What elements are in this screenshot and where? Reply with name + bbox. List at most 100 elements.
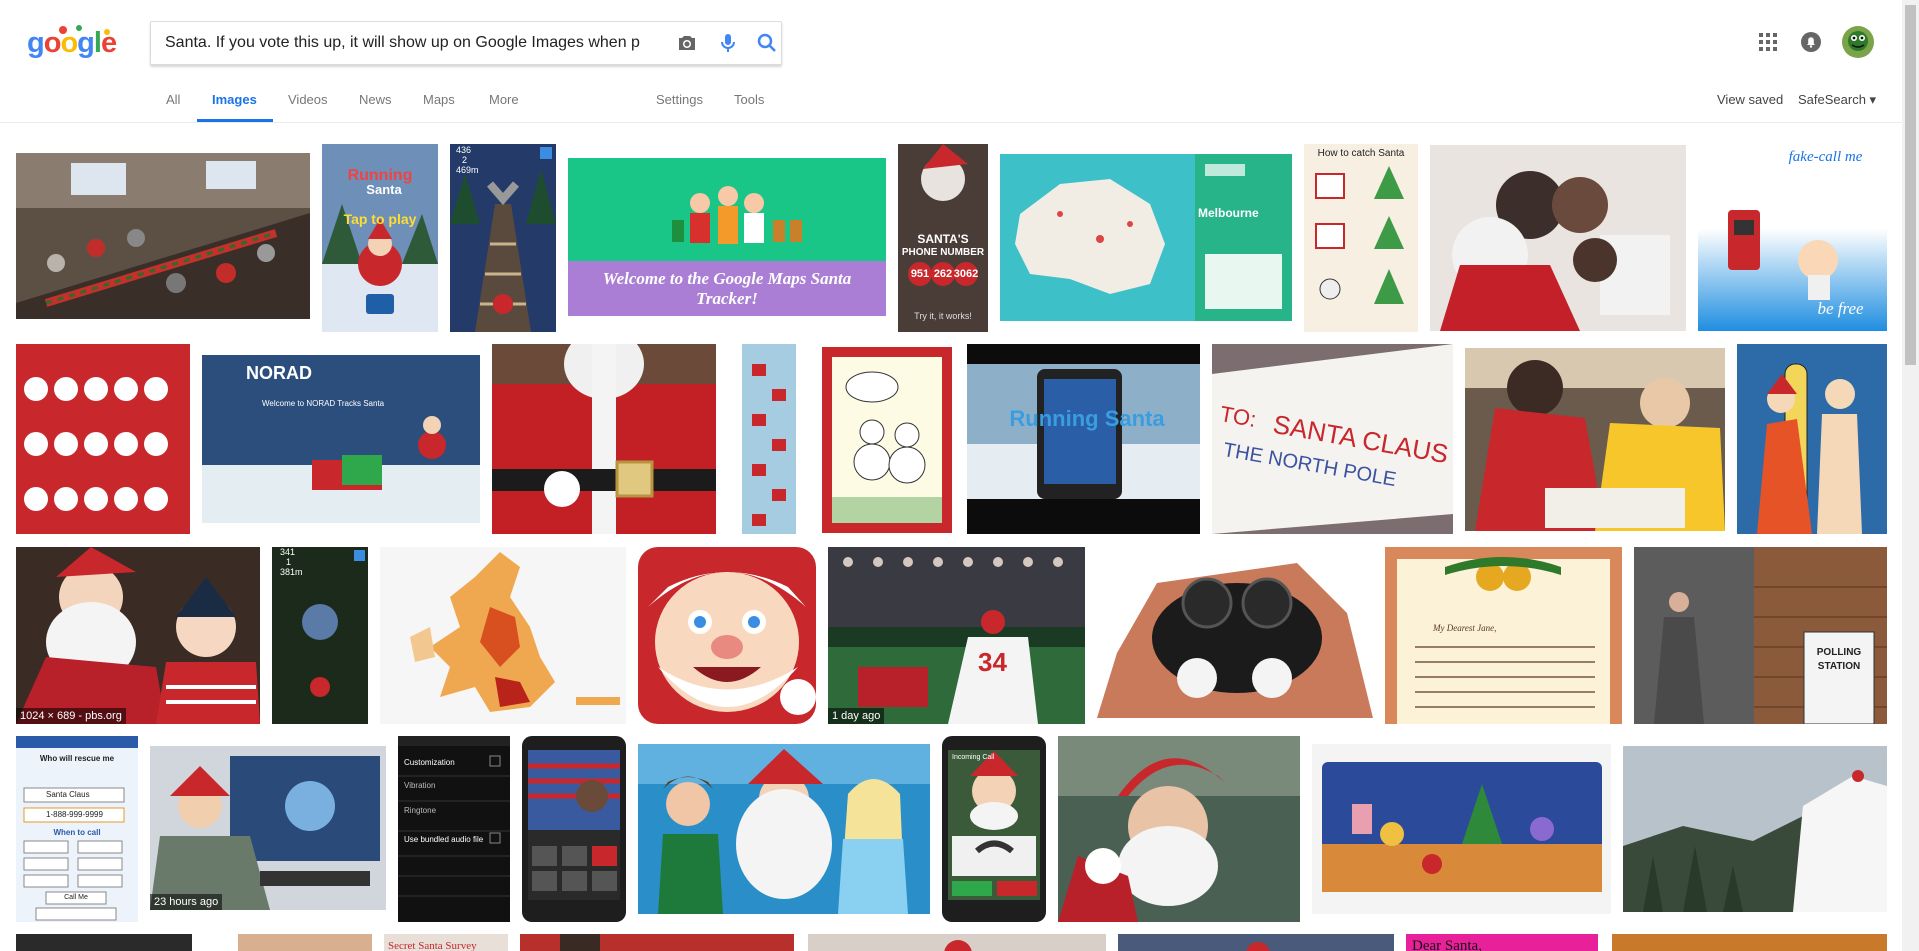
caption-line: fake-call me <box>1788 149 1863 165</box>
safesearch-dropdown[interactable]: SafeSearch ▾ <box>1798 92 1876 108</box>
scrollbar-thumb[interactable] <box>1905 5 1916 365</box>
settings-row-label: Ringtone <box>404 806 437 815</box>
image-result[interactable] <box>1097 553 1373 718</box>
header: google All Images Videos News M <box>0 0 1919 123</box>
search-icon[interactable] <box>755 31 779 55</box>
caption-line: SANTA'S <box>917 232 969 246</box>
image-result[interactable] <box>1312 744 1611 914</box>
app-title-text: Who will rescue me <box>39 754 115 763</box>
search-tabs: All Images Videos News Maps More Setting… <box>0 84 1919 124</box>
apps-grid-icon[interactable] <box>1756 30 1780 54</box>
brand-text: NORAD <box>246 363 312 383</box>
tab-more[interactable]: More <box>489 92 519 107</box>
image-result[interactable] <box>742 344 796 534</box>
incoming-call-label: Incoming Call <box>952 754 995 761</box>
caption-line: PHONE NUMBER <box>901 247 985 258</box>
tools-link[interactable]: Tools <box>734 92 764 107</box>
game-stars-text: 2 <box>462 155 468 165</box>
map-city-label: Melbourne <box>1198 206 1259 220</box>
caption-title: How to catch Santa <box>1317 148 1405 159</box>
image-result[interactable] <box>1465 348 1725 531</box>
settings-row-label: Customization <box>404 758 455 767</box>
image-result[interactable]: TO: SANTA CLAUS THE NORTH POLE <box>1212 344 1453 534</box>
image-result[interactable] <box>16 344 190 534</box>
image-result[interactable] <box>16 153 310 319</box>
sign-text: STATION <box>1817 661 1861 672</box>
image-result[interactable] <box>238 934 372 951</box>
avatar[interactable] <box>1842 26 1874 58</box>
image-result[interactable]: Running Santa <box>967 344 1200 534</box>
image-result[interactable]: SANTA'S PHONE NUMBER 951 262 3062 Try it… <box>898 144 988 332</box>
tab-images[interactable]: Images <box>212 92 257 107</box>
image-result[interactable]: 341 1 381m <box>272 547 368 724</box>
sign-text: POLLING <box>1816 647 1862 658</box>
game-stars-text: 1 <box>286 557 292 567</box>
image-result[interactable]: Melbourne <box>1000 154 1292 321</box>
image-result[interactable]: POLLING STATION <box>1634 547 1887 724</box>
search-input[interactable] <box>165 22 655 64</box>
caller-name-text: Santa Claus <box>46 790 90 799</box>
image-results-grid: Running Santa Tap to play 436 2 469m Welco… <box>0 124 1902 951</box>
image-result[interactable]: 1024 × 689 - pbs.org <box>16 547 260 724</box>
caption-line: Dear Santa, <box>1412 938 1482 951</box>
settings-row-label: Use bundled audio file <box>404 835 484 844</box>
image-result[interactable] <box>1118 934 1394 951</box>
svg-text:google: google <box>27 27 117 59</box>
caption-line: be free <box>1817 299 1864 318</box>
settings-row-label: Vibration <box>404 781 436 790</box>
game-title-text: Running Santa <box>1009 406 1165 431</box>
camera-icon[interactable] <box>675 31 699 55</box>
page-scrollbar[interactable] <box>1902 0 1919 951</box>
image-result[interactable]: Running Santa Tap to play <box>322 144 438 332</box>
image-result[interactable] <box>520 934 794 951</box>
image-result[interactable] <box>1623 746 1887 912</box>
image-result[interactable] <box>638 547 816 724</box>
image-result[interactable] <box>522 736 626 922</box>
view-saved-link[interactable]: View saved <box>1717 92 1783 107</box>
image-result[interactable]: Dear Santa, <box>1406 934 1598 951</box>
google-logo[interactable]: google <box>27 22 122 64</box>
image-result[interactable] <box>380 547 626 724</box>
image-result[interactable]: Who will rescue me Santa Claus 1-888-999… <box>16 736 138 922</box>
image-result[interactable]: Incoming Call <box>942 736 1046 922</box>
tab-news[interactable]: News <box>359 92 392 107</box>
image-result[interactable]: Welcome to the Google Maps Santa Tracker… <box>568 158 886 316</box>
game-distance-text: 381m <box>280 567 303 577</box>
image-result[interactable] <box>822 347 952 533</box>
tab-videos[interactable]: Videos <box>288 92 328 107</box>
caller-number-text: 1-888-999-9999 <box>46 810 103 819</box>
image-result[interactable]: 23 hours ago <box>150 746 386 910</box>
game-score-text: 436 <box>456 145 472 155</box>
image-result[interactable]: fake-call me be free <box>1698 145 1887 331</box>
image-result[interactable] <box>808 934 1106 951</box>
image-result[interactable] <box>492 344 716 534</box>
jersey-number: 34 <box>978 647 1007 677</box>
image-result[interactable] <box>16 934 192 951</box>
tab-all[interactable]: All <box>166 92 180 107</box>
section-label: When to call <box>53 828 101 837</box>
caption-line: Secret Santa Survey <box>388 940 477 951</box>
image-result[interactable]: Secret Santa Survey <box>384 934 508 951</box>
svg-text:Santa: Santa <box>366 182 402 197</box>
image-meta-label: 1024 × 689 - pbs.org <box>16 708 126 724</box>
image-result[interactable]: Customization Vibration Ringtone Use bun… <box>398 736 510 922</box>
image-result[interactable]: 34 1 day ago <box>828 547 1085 724</box>
settings-link[interactable]: Settings <box>656 92 703 107</box>
image-result[interactable] <box>1612 934 1887 951</box>
image-result[interactable]: 436 2 469m <box>450 144 556 332</box>
microphone-icon[interactable] <box>716 31 740 55</box>
svg-text:Tap to play: Tap to play <box>344 211 417 227</box>
call-me-button: Call Me <box>64 894 88 901</box>
image-result[interactable]: NORAD Welcome to NORAD Tracks Santa <box>202 355 480 523</box>
image-result[interactable] <box>1430 145 1686 331</box>
phone-digits: 3062 <box>953 268 979 280</box>
game-distance-text: 469m <box>456 165 479 175</box>
image-result[interactable]: How to catch Santa <box>1304 144 1418 332</box>
image-result[interactable] <box>1058 736 1300 922</box>
tab-maps[interactable]: Maps <box>423 92 455 107</box>
image-result[interactable]: My Dearest Jane, <box>1385 547 1622 724</box>
caption-line: Try it, it works! <box>914 311 972 321</box>
image-result[interactable] <box>638 744 930 914</box>
image-result[interactable] <box>1737 344 1887 534</box>
notifications-icon[interactable] <box>1800 31 1822 53</box>
